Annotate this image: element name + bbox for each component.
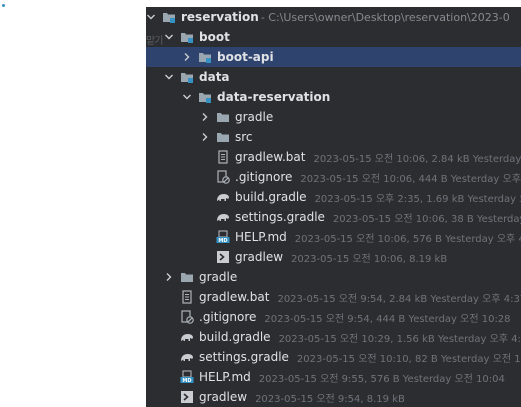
tree-label: gradlew.bat xyxy=(199,290,270,304)
tree-row-folder[interactable]: src xyxy=(146,127,521,147)
tree-row-data[interactable]: data xyxy=(146,67,521,87)
tree-label: HELP.md xyxy=(235,230,287,244)
tree-row-reservation[interactable]: reservation - C:\Users\owner\Desktop\res… xyxy=(146,7,521,27)
file-meta: 2023-05-15 오전 10:10, 82 B Yesterday 오전 1… xyxy=(296,353,521,365)
project-path: - C:\Users\owner\Desktop\reservation\202… xyxy=(260,10,510,24)
file-meta: 2023-05-15 오후 2:35, 1.69 kB Yesterday 오후… xyxy=(314,193,521,205)
chevron-right-icon[interactable] xyxy=(164,272,174,282)
shell-script-icon xyxy=(180,390,194,404)
tree-row-file[interactable]: .gitignore 2023-05-15 오전 10:06, 444 B Ye… xyxy=(146,167,521,187)
file-meta: 2023-05-15 오전 10:06, 38 B Yesterday 오후 4… xyxy=(332,213,521,225)
side-panel-label[interactable]: 맡기 xyxy=(146,34,168,50)
folder-icon xyxy=(180,270,194,284)
tree-row-folder[interactable]: gradle xyxy=(146,267,521,287)
file-meta: 2023-05-15 오전 10:06, 576 B Yesterday 오후 … xyxy=(294,233,521,245)
gradle-elephant-icon xyxy=(216,190,230,204)
text-file-icon xyxy=(216,150,230,164)
file-meta: 2023-05-15 오전 9:55, 576 B Yesterday 오전 1… xyxy=(258,373,505,385)
tree-label: settings.gradle xyxy=(235,210,325,224)
tree-row-data-reservation[interactable]: data-reservation xyxy=(146,87,521,107)
tree-row-boot-api[interactable]: boot-api xyxy=(146,47,521,67)
tree-row-file[interactable]: gradlew.bat 2023-05-15 오전 10:06, 2.84 kB… xyxy=(146,147,521,167)
text-file-icon xyxy=(180,290,194,304)
chevron-down-icon[interactable] xyxy=(146,12,156,22)
tree-label: gradlew xyxy=(199,390,248,404)
tree-row-file[interactable]: gradlew.bat 2023-05-15 오전 9:54, 2.84 kB … xyxy=(146,287,521,307)
tree-label: gradlew xyxy=(235,250,284,264)
tree-label: .gitignore xyxy=(235,170,293,184)
tree-row-file[interactable]: build.gradle 2023-05-15 오후 2:35, 1.69 kB… xyxy=(146,187,521,207)
markdown-file-icon: MD xyxy=(180,370,194,384)
file-meta: 2023-05-15 오전 10:06, 2.84 kB Yesterday 오… xyxy=(313,153,521,165)
tree-row-file[interactable]: gradlew 2023-05-15 오전 9:54, 8.19 kB xyxy=(146,387,521,407)
tree-row-file[interactable]: MD HELP.md 2023-05-15 오전 9:55, 576 B Yes… xyxy=(146,367,521,387)
tree-label: reservation xyxy=(181,10,259,24)
tree-row-file[interactable]: settings.gradle 2023-05-15 오전 10:10, 82 … xyxy=(146,347,521,367)
tree-row-file[interactable]: gradlew 2023-05-15 오전 10:06, 8.19 kB xyxy=(146,247,521,267)
tree-label: HELP.md xyxy=(199,370,251,384)
tree-label: gradlew.bat xyxy=(235,150,306,164)
module-folder-icon xyxy=(198,90,212,104)
file-meta: 2023-05-15 오전 10:29, 1.56 kB Yesterday 오… xyxy=(278,333,521,345)
tree-label: build.gradle xyxy=(235,190,307,204)
chevron-right-icon[interactable] xyxy=(200,112,210,122)
file-meta: 2023-05-15 오전 10:06, 8.19 kB xyxy=(291,253,448,265)
svg-text:MD: MD xyxy=(182,378,191,384)
file-meta: 2023-05-15 오전 9:54, 444 B Yesterday 오전 1… xyxy=(264,313,511,325)
folder-icon xyxy=(216,130,230,144)
tree-label: gradle xyxy=(235,110,274,124)
file-meta: 2023-05-15 오전 10:06, 444 B Yesterday 오후 … xyxy=(300,173,521,185)
module-folder-icon xyxy=(180,30,194,44)
tree-label: .gitignore xyxy=(199,310,257,324)
project-tree-panel: reservation - C:\Users\owner\Desktop\res… xyxy=(146,7,521,407)
tree-label: data xyxy=(199,70,230,84)
tree-row-file[interactable]: MD HELP.md 2023-05-15 오전 10:06, 576 B Ye… xyxy=(146,227,521,247)
module-folder-icon xyxy=(162,10,176,24)
tree-row-file[interactable]: settings.gradle 2023-05-15 오전 10:06, 38 … xyxy=(146,207,521,227)
tree-label: src xyxy=(235,130,253,144)
module-folder-icon xyxy=(180,70,194,84)
window-dot xyxy=(2,4,5,7)
gitignore-icon xyxy=(216,170,230,184)
tree-label: settings.gradle xyxy=(199,350,289,364)
markdown-file-icon: MD xyxy=(216,230,230,244)
chevron-down-icon[interactable] xyxy=(182,92,192,102)
tree-label: gradle xyxy=(199,270,238,284)
tree-label: boot xyxy=(199,30,230,44)
tree-label: boot-api xyxy=(217,50,274,64)
file-meta: 2023-05-15 오전 9:54, 8.19 kB xyxy=(255,393,405,405)
gradle-elephant-icon xyxy=(216,210,230,224)
gradle-elephant-icon xyxy=(180,330,194,344)
svg-text:MD: MD xyxy=(218,238,227,244)
gitignore-icon xyxy=(180,310,194,324)
gradle-elephant-icon xyxy=(180,350,194,364)
tree-label: build.gradle xyxy=(199,330,271,344)
file-meta: 2023-05-15 오전 9:54, 2.84 kB Yesterday 오후… xyxy=(277,293,521,305)
chevron-right-icon[interactable] xyxy=(200,132,210,142)
module-folder-icon xyxy=(198,50,212,64)
tree-row-folder[interactable]: gradle xyxy=(146,107,521,127)
tree-row-file[interactable]: build.gradle 2023-05-15 오전 10:29, 1.56 k… xyxy=(146,327,521,347)
shell-script-icon xyxy=(216,250,230,264)
chevron-right-icon[interactable] xyxy=(182,52,192,62)
chevron-down-icon[interactable] xyxy=(164,72,174,82)
tree-row-file[interactable]: .gitignore 2023-05-15 오전 9:54, 444 B Yes… xyxy=(146,307,521,327)
folder-icon xyxy=(216,110,230,124)
tree-label: data-reservation xyxy=(217,90,331,104)
tree-row-boot[interactable]: boot xyxy=(146,27,521,47)
